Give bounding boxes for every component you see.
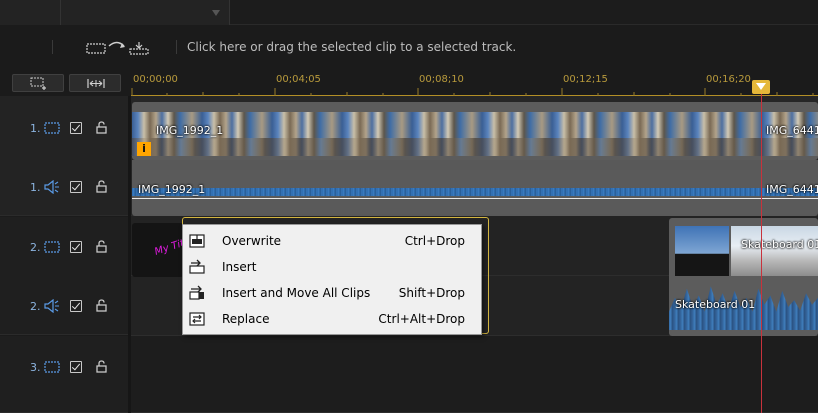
insert-move-icon <box>189 285 204 300</box>
menu-item-label: Insert <box>222 260 257 274</box>
title-clip-text: My Title <box>153 235 184 258</box>
replace-icon <box>189 312 205 326</box>
menu-item-shortcut: Ctrl+Alt+Drop <box>378 312 465 326</box>
timeline-window: Click here or drag the selected clip to … <box>0 0 818 413</box>
menu-item-insert[interactable]: Insert <box>185 254 479 280</box>
track-manager-icon <box>30 77 46 90</box>
ruler-tick-label: 00;16;20 <box>706 74 751 85</box>
track-header-video-3[interactable]: 3. <box>0 347 128 387</box>
clip-label: IMG_6441 <box>766 183 818 196</box>
overwrite-icon <box>189 234 205 248</box>
track-header-video-1[interactable]: 1. <box>0 108 128 148</box>
speaker-icon <box>44 299 59 313</box>
track-enable-checkbox[interactable] <box>70 241 82 253</box>
track-header-group-2: 2. 2. <box>0 217 128 335</box>
track-enable-checkbox[interactable] <box>70 300 82 312</box>
clip-label: IMG_1992_1 <box>156 124 224 137</box>
timeline-ruler[interactable]: 00;00;00 00;04;05 00;08;10 00;12;15 00;1… <box>131 72 818 96</box>
track-header-group-1: 1. 1. <box>0 96 128 216</box>
drop-options-menu: Overwrite Ctrl+Drop Insert Insert and Mo… <box>182 224 482 335</box>
track-number: 2. <box>30 300 41 313</box>
fit-width-icon <box>87 79 105 88</box>
unlock-icon[interactable] <box>96 180 107 193</box>
video-clip[interactable]: IMG_1992_1 IMG_6441 i <box>132 102 818 160</box>
film-strip-icon <box>44 241 60 253</box>
track-header-audio-1[interactable]: 1. <box>0 168 128 208</box>
lane-video-3[interactable] <box>131 336 818 413</box>
menu-item-label: Overwrite <box>222 234 282 248</box>
title-clip[interactable]: My Title <box>132 223 184 277</box>
clip-label: IMG_1992_1 <box>138 183 206 196</box>
track-number: 1. <box>30 181 41 194</box>
playhead-line[interactable] <box>761 80 762 413</box>
track-number: 1. <box>30 122 41 135</box>
menu-item-label: Insert and Move All Clips <box>222 286 371 300</box>
film-strip-icon <box>44 361 60 373</box>
fx-badge-icon[interactable]: i <box>137 142 151 156</box>
track-control-row <box>0 72 130 96</box>
fit-timeline-button[interactable] <box>69 74 121 92</box>
insert-icon <box>189 259 205 274</box>
track-enable-checkbox[interactable] <box>70 122 82 134</box>
unlock-icon[interactable] <box>96 121 107 134</box>
clip-label: IMG_6441 <box>766 124 818 137</box>
timeline-toolbar: Click here or drag the selected clip to … <box>0 30 818 64</box>
video-clip-skateboard[interactable]: Skateboard 01 Skateboard 01 <box>669 218 818 336</box>
track-header-audio-2[interactable]: 2. <box>0 287 128 327</box>
menu-item-insert-move-all[interactable]: Insert and Move All Clips Shift+Drop <box>185 280 479 306</box>
menu-item-overwrite[interactable]: Overwrite Ctrl+Drop <box>185 228 479 254</box>
track-enable-checkbox[interactable] <box>70 361 82 373</box>
speaker-icon <box>44 180 59 194</box>
menu-item-shortcut: Shift+Drop <box>398 286 465 300</box>
clip-thumbnail <box>731 226 818 276</box>
unlock-icon[interactable] <box>96 299 107 312</box>
drag-hint-text[interactable]: Click here or drag the selected clip to … <box>187 40 516 54</box>
track-enable-checkbox[interactable] <box>70 181 82 193</box>
clip-thumbnail <box>675 226 729 276</box>
clip-thumbnails <box>132 112 818 156</box>
menu-item-label: Replace <box>222 312 270 326</box>
track-header-group-3: 3. <box>0 336 128 413</box>
playhead-handle[interactable] <box>752 80 770 94</box>
menu-item-shortcut: Ctrl+Drop <box>404 234 465 248</box>
drop-to-track-icon[interactable] <box>86 40 152 56</box>
track-number: 3. <box>30 361 41 374</box>
clip-label: Skateboard 01 <box>741 238 818 251</box>
clip-label: Skateboard 01 <box>675 298 756 311</box>
track-number: 2. <box>30 241 41 254</box>
unlock-icon[interactable] <box>96 240 107 253</box>
track-manager-button[interactable] <box>12 74 64 92</box>
ruler-ticks <box>131 88 814 96</box>
ruler-tick-label: 00;04;05 <box>276 74 321 85</box>
film-strip-icon <box>44 122 60 134</box>
chevron-down-icon[interactable] <box>212 10 220 16</box>
menu-item-replace[interactable]: Replace Ctrl+Alt+Drop <box>185 306 479 332</box>
ruler-tick-label: 00;12;15 <box>563 74 608 85</box>
volume-line[interactable] <box>132 198 818 199</box>
audio-waveform <box>132 188 818 196</box>
track-header-video-2[interactable]: 2. <box>0 227 128 267</box>
top-strip <box>0 0 818 25</box>
ruler-tick-label: 00;00;00 <box>133 74 178 85</box>
audio-clip[interactable]: IMG_1992_1 IMG_6441 <box>132 170 818 214</box>
ruler-tick-label: 00;08;10 <box>419 74 464 85</box>
unlock-icon[interactable] <box>96 360 107 373</box>
